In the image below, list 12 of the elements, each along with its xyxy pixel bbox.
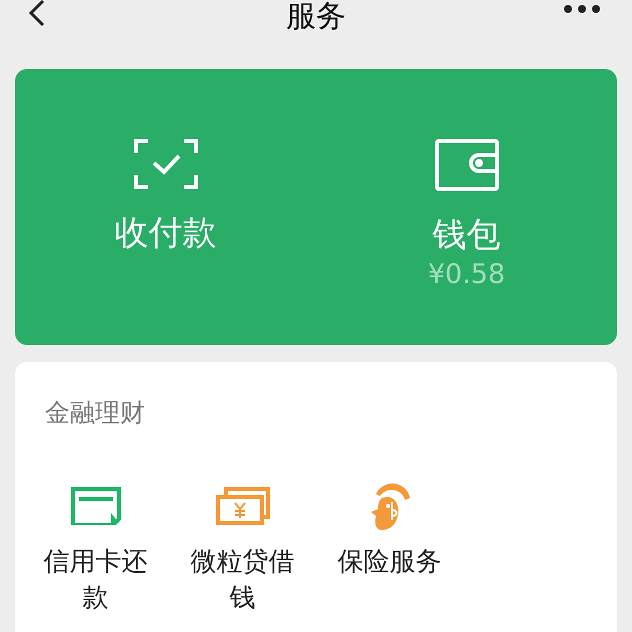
service-label[interactable]: 信用卡还款 bbox=[32, 544, 158, 616]
balance-text: ¥0.58 bbox=[428, 259, 506, 291]
wallet-icon bbox=[434, 139, 498, 191]
service-label[interactable]: 微粒贷借钱 bbox=[180, 544, 306, 616]
card-icon bbox=[70, 487, 120, 525]
scan-check-icon bbox=[134, 139, 198, 189]
service-label[interactable]: 保险服务 bbox=[326, 544, 452, 580]
back-icon[interactable] bbox=[26, 0, 46, 26]
section-title: 金融理财 bbox=[45, 398, 146, 428]
page-title: 服务 bbox=[286, 0, 346, 34]
more-icon[interactable] bbox=[564, 4, 600, 14]
banknote-icon bbox=[216, 487, 270, 525]
